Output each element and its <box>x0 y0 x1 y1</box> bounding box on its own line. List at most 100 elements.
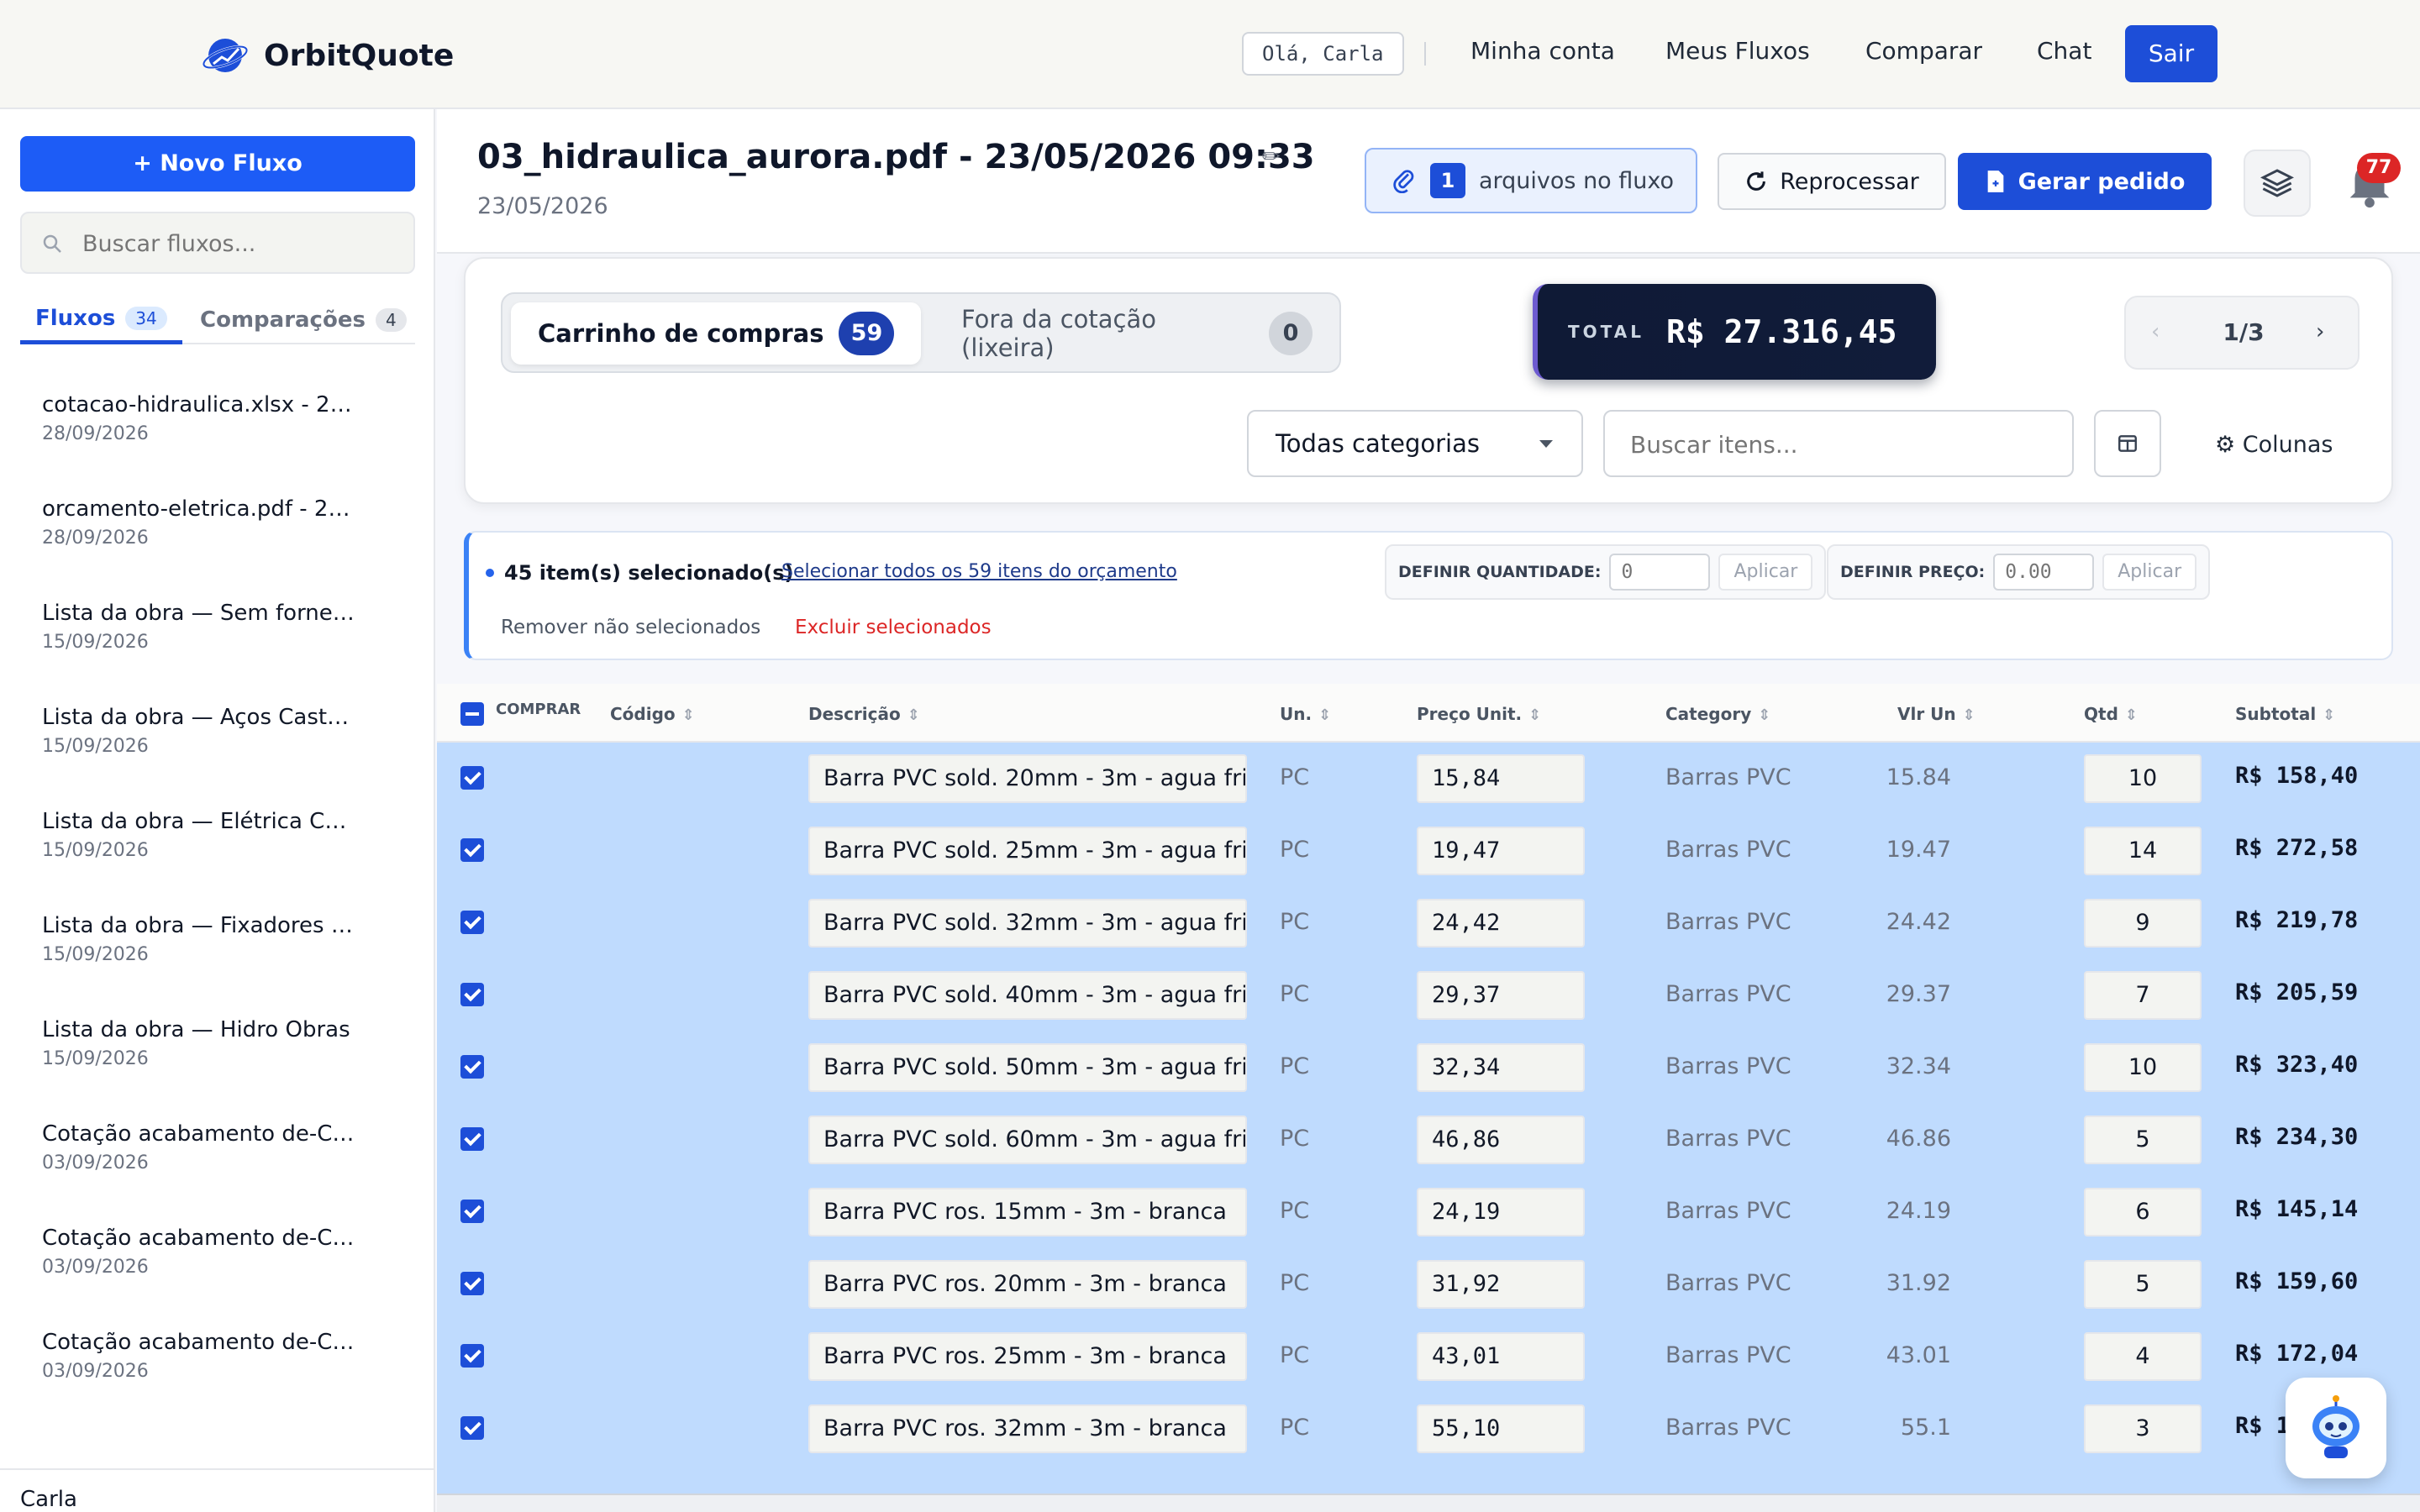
item-search-input[interactable] <box>1630 425 2050 464</box>
quantity-input[interactable]: 14 <box>2084 827 2202 875</box>
app-logo[interactable]: OrbitQuote <box>202 32 454 79</box>
new-flow-button[interactable]: + Novo Fluxo <box>20 136 415 192</box>
row-checkbox[interactable] <box>460 1416 484 1440</box>
tab-trash[interactable]: Fora da cotação (lixeira) 0 <box>934 302 1339 365</box>
flow-list-item[interactable]: Lista da obra — Fixadores Sul 15/09/2026 <box>0 899 434 1003</box>
apply-quantity-button[interactable]: Aplicar <box>1718 554 1813 591</box>
description-field[interactable]: Barra PVC ros. 15mm - 3m - branca <box>808 1188 1247 1236</box>
select-all-checkbox[interactable] <box>460 702 484 726</box>
quantity-input[interactable]: 5 <box>2084 1260 2202 1309</box>
flow-search[interactable] <box>20 212 415 274</box>
horizontal-scrollbar[interactable] <box>437 1494 2420 1512</box>
set-price-input[interactable] <box>1993 554 2095 591</box>
quantity-input[interactable]: 7 <box>2084 971 2202 1020</box>
col-vlr-un[interactable]: Vlr Un ⇕ <box>1897 704 1975 724</box>
flow-list-item[interactable]: Cotação acabamento de-Cot... 03/09/2026 <box>0 1315 434 1378</box>
table-row[interactable]: Barra PVC ros. 20mm - 3m - branca PC 31,92… <box>437 1248 2420 1320</box>
flow-list-item[interactable]: Cotação acabamento de-Cot... 03/09/2026 <box>0 1107 434 1211</box>
quantity-input[interactable]: 10 <box>2084 1043 2202 1092</box>
generate-order-button[interactable]: Gerar pedido <box>1958 153 2212 210</box>
logout-button[interactable]: Sair <box>2125 25 2217 82</box>
table-row[interactable]: Barra PVC sold. 32mm - 3m - agua fri PC 24… <box>437 887 2420 959</box>
columns-button[interactable]: ⚙ Colunas <box>2215 432 2333 458</box>
description-field[interactable]: Barra PVC sold. 25mm - 3m - agua fri <box>808 827 1247 875</box>
row-checkbox[interactable] <box>460 838 484 862</box>
sidebar-user[interactable]: Carla <box>0 1468 434 1512</box>
description-field[interactable]: Barra PVC ros. 20mm - 3m - branca <box>808 1260 1247 1309</box>
item-search[interactable] <box>1603 410 2074 477</box>
nav-comparar[interactable]: Comparar <box>1865 37 1982 65</box>
unit-price-input[interactable]: 46,86 <box>1417 1116 1585 1164</box>
nav-meus-fluxos[interactable]: Meus Fluxos <box>1665 37 1810 65</box>
flow-list-item[interactable]: Cotação acabamento de-Cot... 03/09/2026 <box>0 1211 434 1315</box>
row-checkbox[interactable] <box>460 1344 484 1368</box>
unit-price-input[interactable]: 24,42 <box>1417 899 1585 948</box>
quantity-input[interactable]: 5 <box>2084 1116 2202 1164</box>
description-field[interactable]: Barra PVC sold. 20mm - 3m - agua fri <box>808 754 1247 803</box>
col-category[interactable]: Category ⇕ <box>1665 704 1770 724</box>
flow-list-item[interactable]: Lista da obra — Aços Castelo 15/09/2026 <box>0 690 434 795</box>
description-field[interactable]: Barra PVC sold. 60mm - 3m - agua fri <box>808 1116 1247 1164</box>
set-quantity-input[interactable] <box>1609 554 1711 591</box>
unit-price-input[interactable]: 29,37 <box>1417 971 1585 1020</box>
select-all-link[interactable]: Selecionar todos os 59 itens do orçament… <box>781 561 1177 582</box>
table-row[interactable]: Barra PVC ros. 25mm - 3m - branca PC 43,01… <box>437 1320 2420 1393</box>
row-checkbox[interactable] <box>460 983 484 1006</box>
unit-price-input[interactable]: 15,84 <box>1417 754 1585 803</box>
remove-unselected-link[interactable]: Remover não selecionados <box>501 617 760 638</box>
row-checkbox[interactable] <box>460 1272 484 1295</box>
flow-list-item[interactable]: Lista da obra — Hidro Obras 15/09/2026 <box>0 1003 434 1107</box>
unit-price-input[interactable]: 32,34 <box>1417 1043 1585 1092</box>
files-in-flow-button[interactable]: 1 arquivos no fluxo <box>1365 148 1697 213</box>
unit-price-input[interactable]: 19,47 <box>1417 827 1585 875</box>
layers-button[interactable] <box>2244 150 2311 217</box>
pencil-icon[interactable]: ✏ <box>1262 144 1281 170</box>
row-checkbox[interactable] <box>460 911 484 934</box>
unit-price-input[interactable]: 43,01 <box>1417 1332 1585 1381</box>
table-row[interactable]: Barra PVC sold. 20mm - 3m - agua fri PC 15… <box>437 743 2420 815</box>
row-checkbox[interactable] <box>460 1200 484 1223</box>
col-qtd[interactable]: Qtd ⇕ <box>2084 704 2138 724</box>
description-field[interactable]: Barra PVC ros. 32mm - 3m - branca <box>808 1404 1247 1453</box>
flow-list-item[interactable]: Lista da obra — Elétrica Cent... 15/09/20… <box>0 795 434 899</box>
flow-list-item[interactable]: cotacao-hidraulica.xlsx - 28/... 28/09/20… <box>0 378 434 482</box>
assistant-bot-button[interactable] <box>2286 1378 2386 1478</box>
unit-price-input[interactable]: 31,92 <box>1417 1260 1585 1309</box>
col-subtotal[interactable]: Subtotal ⇕ <box>2235 704 2335 724</box>
quantity-input[interactable]: 10 <box>2084 754 2202 803</box>
description-field[interactable]: Barra PVC sold. 50mm - 3m - agua fri <box>808 1043 1247 1092</box>
flow-search-input[interactable] <box>82 225 402 262</box>
tab-fluxos[interactable]: Fluxos 34 <box>20 296 182 344</box>
description-field[interactable]: Barra PVC sold. 40mm - 3m - agua fri <box>808 971 1247 1020</box>
category-select[interactable]: Todas categorias <box>1247 410 1583 477</box>
delete-selected-link[interactable]: Excluir selecionados <box>795 617 992 638</box>
table-row[interactable]: Barra PVC sold. 60mm - 3m - agua fri PC 46… <box>437 1104 2420 1176</box>
unit-price-input[interactable]: 55,10 <box>1417 1404 1585 1453</box>
nav-chat[interactable]: Chat <box>2037 37 2091 65</box>
description-field[interactable]: Barra PVC ros. 25mm - 3m - branca <box>808 1332 1247 1381</box>
flow-list-item[interactable]: Lista da obra — Sem fornece... 15/09/2026 <box>0 586 434 690</box>
column-layout-button[interactable] <box>2094 410 2161 477</box>
quantity-input[interactable]: 4 <box>2084 1332 2202 1381</box>
flow-list-item[interactable]: orcamento-eletrica.pdf - 28/... 28/09/202… <box>0 482 434 586</box>
col-un[interactable]: Un. ⇕ <box>1280 704 1331 724</box>
tab-comparacoes[interactable]: Comparações 4 <box>185 296 422 344</box>
nav-minha-conta[interactable]: Minha conta <box>1470 37 1615 65</box>
quantity-input[interactable]: 9 <box>2084 899 2202 948</box>
chevron-right-icon[interactable]: › <box>2316 319 2324 344</box>
table-row[interactable]: Barra PVC ros. 15mm - 3m - branca PC 24,19… <box>437 1176 2420 1248</box>
col-preco[interactable]: Preço Unit. ⇕ <box>1417 704 1541 724</box>
quantity-input[interactable]: 3 <box>2084 1404 2202 1453</box>
description-field[interactable]: Barra PVC sold. 32mm - 3m - agua fri <box>808 899 1247 948</box>
quantity-input[interactable]: 6 <box>2084 1188 2202 1236</box>
table-row[interactable]: Barra PVC sold. 25mm - 3m - agua fri PC 19… <box>437 815 2420 887</box>
table-row[interactable]: Barra PVC sold. 40mm - 3m - agua fri PC 29… <box>437 959 2420 1032</box>
row-checkbox[interactable] <box>460 1127 484 1151</box>
reprocess-button[interactable]: Reprocessar <box>1718 153 1946 210</box>
table-row[interactable]: Barra PVC sold. 50mm - 3m - agua fri PC 32… <box>437 1032 2420 1104</box>
row-checkbox[interactable] <box>460 1055 484 1079</box>
table-row[interactable]: Barra PVC ros. 32mm - 3m - branca PC 55,10… <box>437 1393 2420 1465</box>
apply-price-button[interactable]: Aplicar <box>2102 554 2197 591</box>
col-codigo[interactable]: Código ⇕ <box>610 704 695 724</box>
tab-cart[interactable]: Carrinho de compras 59 <box>511 302 922 365</box>
